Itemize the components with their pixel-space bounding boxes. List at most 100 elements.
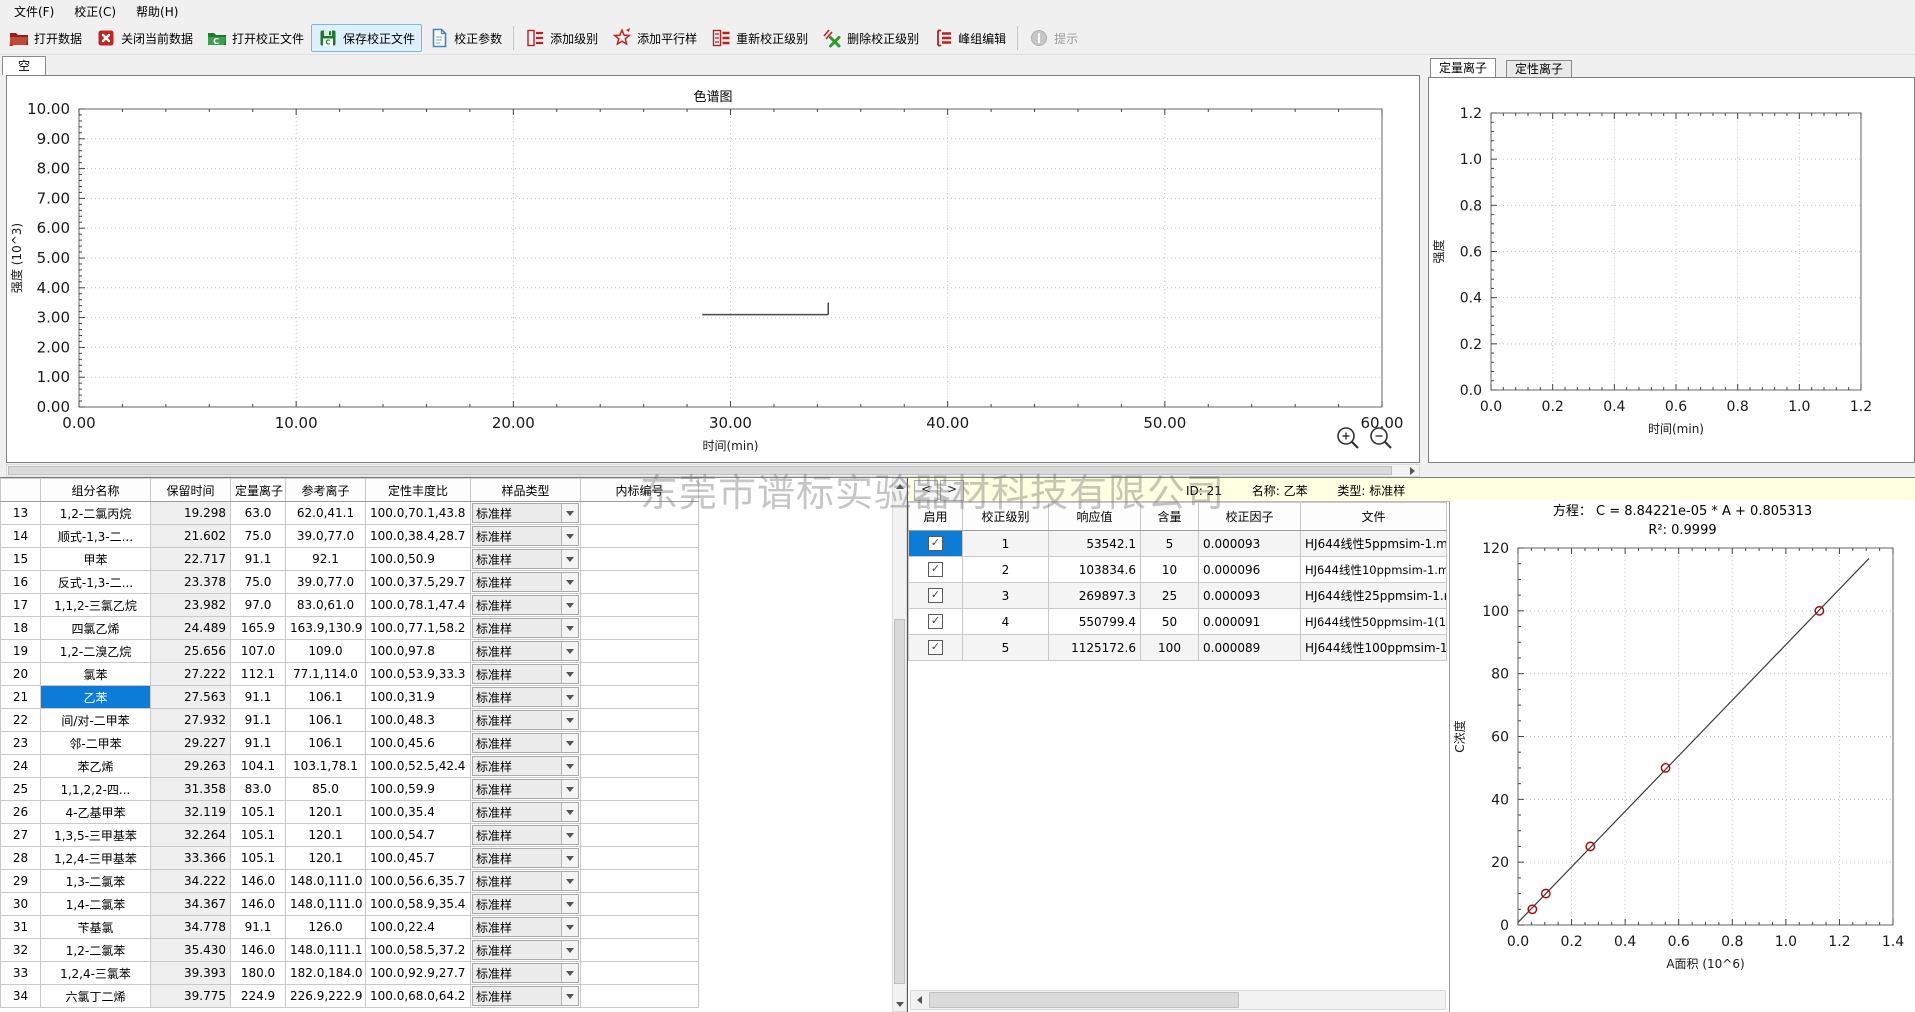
sample-type-cell[interactable]: 标准样 — [471, 778, 581, 801]
abundance-ratio-cell[interactable]: 100.0,38.4,28.7 — [366, 525, 471, 548]
abundance-ratio-cell[interactable]: 100.0,54.7 — [366, 824, 471, 847]
quant-ion-cell[interactable]: 146.0 — [231, 893, 286, 916]
ref-ion-cell[interactable]: 120.1 — [286, 801, 366, 824]
chevron-down-icon[interactable] — [561, 550, 578, 568]
abundance-ratio-cell[interactable]: 100.0,45.7 — [366, 847, 471, 870]
sample-type-cell[interactable]: 标准样 — [471, 893, 581, 916]
row-number-cell[interactable]: 30 — [1, 893, 41, 916]
sample-type-cell[interactable]: 标准样 — [471, 525, 581, 548]
quant-ion-cell[interactable]: 224.9 — [231, 985, 286, 1008]
abundance-ratio-cell[interactable]: 100.0,37.5,29.7 — [366, 571, 471, 594]
row-number-cell[interactable]: 26 — [1, 801, 41, 824]
component-name-cell[interactable]: 1,1,2,2-四... — [41, 778, 151, 801]
sample-type-cell[interactable]: 标准样 — [471, 985, 581, 1008]
chevron-down-icon[interactable] — [561, 987, 578, 1005]
components-vscroll-down-arrow[interactable] — [893, 997, 906, 1011]
row-number-cell[interactable]: 33 — [1, 962, 41, 985]
retention-time-cell[interactable]: 27.222 — [151, 663, 231, 686]
sample-type-dropdown[interactable]: 标准样 — [472, 641, 579, 661]
row-number-cell[interactable]: 24 — [1, 755, 41, 778]
internal-std-cell[interactable] — [581, 525, 699, 548]
component-name-cell[interactable]: 氯苯 — [41, 663, 151, 686]
row-number-cell[interactable]: 22 — [1, 709, 41, 732]
sample-type-dropdown[interactable]: 标准样 — [472, 779, 579, 799]
del-level-button[interactable]: 删除校正级别 — [815, 24, 926, 52]
quant-ion-cell[interactable]: 146.0 — [231, 870, 286, 893]
sample-type-cell[interactable]: 标准样 — [471, 663, 581, 686]
cal-params-button[interactable]: 校正参数 — [422, 24, 509, 52]
component-name-cell[interactable]: 1,2-二溴乙烷 — [41, 640, 151, 663]
response-cell[interactable]: 103834.6 — [1049, 557, 1141, 583]
sample-type-dropdown[interactable]: 标准样 — [472, 595, 579, 615]
component-row[interactable]: 291,3-二氯苯34.222146.0148.0,111.0100.0,56.… — [1, 870, 699, 893]
sample-type-dropdown[interactable]: 标准样 — [472, 986, 579, 1006]
chromatogram-chart[interactable]: 0.0010.0020.0030.0040.0050.0060.000.001.… — [7, 76, 1419, 462]
sample-type-cell[interactable]: 标准样 — [471, 916, 581, 939]
sample-type-cell[interactable]: 标准样 — [471, 502, 581, 525]
enabled-cell[interactable]: ✓ — [909, 583, 963, 609]
column-header[interactable]: 文件 — [1301, 503, 1447, 531]
sample-type-cell[interactable]: 标准样 — [471, 686, 581, 709]
components-vscrollbar[interactable] — [892, 478, 907, 1012]
enabled-checkbox[interactable]: ✓ — [928, 562, 943, 577]
abundance-ratio-cell[interactable]: 100.0,78.1,47.4 — [366, 594, 471, 617]
chevron-down-icon[interactable] — [561, 619, 578, 637]
component-name-cell[interactable]: 六氯丁二烯 — [41, 985, 151, 1008]
internal-std-cell[interactable] — [581, 709, 699, 732]
chevron-down-icon[interactable] — [561, 596, 578, 614]
chevron-down-icon[interactable] — [561, 964, 578, 982]
chevron-down-icon[interactable] — [561, 665, 578, 683]
sample-type-dropdown[interactable]: 标准样 — [472, 756, 579, 776]
column-header[interactable]: 组分名称 — [41, 479, 151, 502]
quant-ion-cell[interactable]: 105.1 — [231, 801, 286, 824]
column-header[interactable]: 响应值 — [1049, 503, 1141, 531]
row-number-cell[interactable]: 25 — [1, 778, 41, 801]
peak-edit-button[interactable]: 峰组编辑 — [926, 24, 1013, 52]
component-name-cell[interactable]: 1,4-二氯苯 — [41, 893, 151, 916]
file-cell[interactable]: HJ644线性5ppmsim-1.msd — [1301, 531, 1447, 557]
component-name-cell[interactable]: 1,3,5-三甲基苯 — [41, 824, 151, 847]
sample-type-dropdown[interactable]: 标准样 — [472, 871, 579, 891]
row-number-cell[interactable]: 19 — [1, 640, 41, 663]
response-cell[interactable]: 550799.4 — [1049, 609, 1141, 635]
sample-type-dropdown[interactable]: 标准样 — [472, 549, 579, 569]
row-number-cell[interactable]: 34 — [1, 985, 41, 1008]
calibration-level-row[interactable]: ✓2103834.6100.000096HJ644线性10ppmsim-1.ms… — [909, 557, 1447, 583]
component-name-cell[interactable]: 四氯乙烯 — [41, 617, 151, 640]
sample-type-cell[interactable]: 标准样 — [471, 824, 581, 847]
content-cell[interactable]: 10 — [1141, 557, 1199, 583]
calibration-hscroll-thumb[interactable] — [929, 992, 1239, 1008]
retention-time-cell[interactable]: 39.393 — [151, 962, 231, 985]
chromatogram-hscroll-thumb[interactable] — [8, 466, 1392, 475]
content-cell[interactable]: 100 — [1141, 635, 1199, 661]
level-cell[interactable]: 2 — [963, 557, 1049, 583]
ref-ion-cell[interactable]: 39.0,77.0 — [286, 571, 366, 594]
menu-calibration[interactable]: 校正(C) — [64, 0, 126, 23]
sample-type-cell[interactable]: 标准样 — [471, 732, 581, 755]
chevron-down-icon[interactable] — [561, 872, 578, 890]
row-number-cell[interactable]: 16 — [1, 571, 41, 594]
abundance-ratio-cell[interactable]: 100.0,77.1,58.2 — [366, 617, 471, 640]
enabled-cell[interactable]: ✓ — [909, 557, 963, 583]
row-number-cell[interactable]: 28 — [1, 847, 41, 870]
internal-std-cell[interactable] — [581, 502, 699, 525]
internal-std-cell[interactable] — [581, 617, 699, 640]
internal-std-cell[interactable] — [581, 663, 699, 686]
sample-type-dropdown[interactable]: 标准样 — [472, 572, 579, 592]
internal-std-cell[interactable] — [581, 755, 699, 778]
chevron-down-icon[interactable] — [561, 642, 578, 660]
column-header[interactable]: 含量 — [1141, 503, 1199, 531]
ref-ion-cell[interactable]: 120.1 — [286, 847, 366, 870]
content-cell[interactable]: 50 — [1141, 609, 1199, 635]
component-row[interactable]: 301,4-二氯苯34.367146.0148.0,111.0100.0,58.… — [1, 893, 699, 916]
abundance-ratio-cell[interactable]: 100.0,31.9 — [366, 686, 471, 709]
ref-ion-cell[interactable]: 148.0,111.1 — [286, 939, 366, 962]
component-row[interactable]: 24苯乙烯29.263104.1103.1,78.1100.0,52.5,42.… — [1, 755, 699, 778]
component-name-cell[interactable]: 顺式-1,3-二... — [41, 525, 151, 548]
sample-type-dropdown[interactable]: 标准样 — [472, 940, 579, 960]
chevron-down-icon[interactable] — [561, 849, 578, 867]
sample-type-cell[interactable]: 标准样 — [471, 801, 581, 824]
component-row[interactable]: 271,3,5-三甲基苯32.264105.1120.1100.0,54.7标准… — [1, 824, 699, 847]
abundance-ratio-cell[interactable]: 100.0,97.8 — [366, 640, 471, 663]
retention-time-cell[interactable]: 23.378 — [151, 571, 231, 594]
